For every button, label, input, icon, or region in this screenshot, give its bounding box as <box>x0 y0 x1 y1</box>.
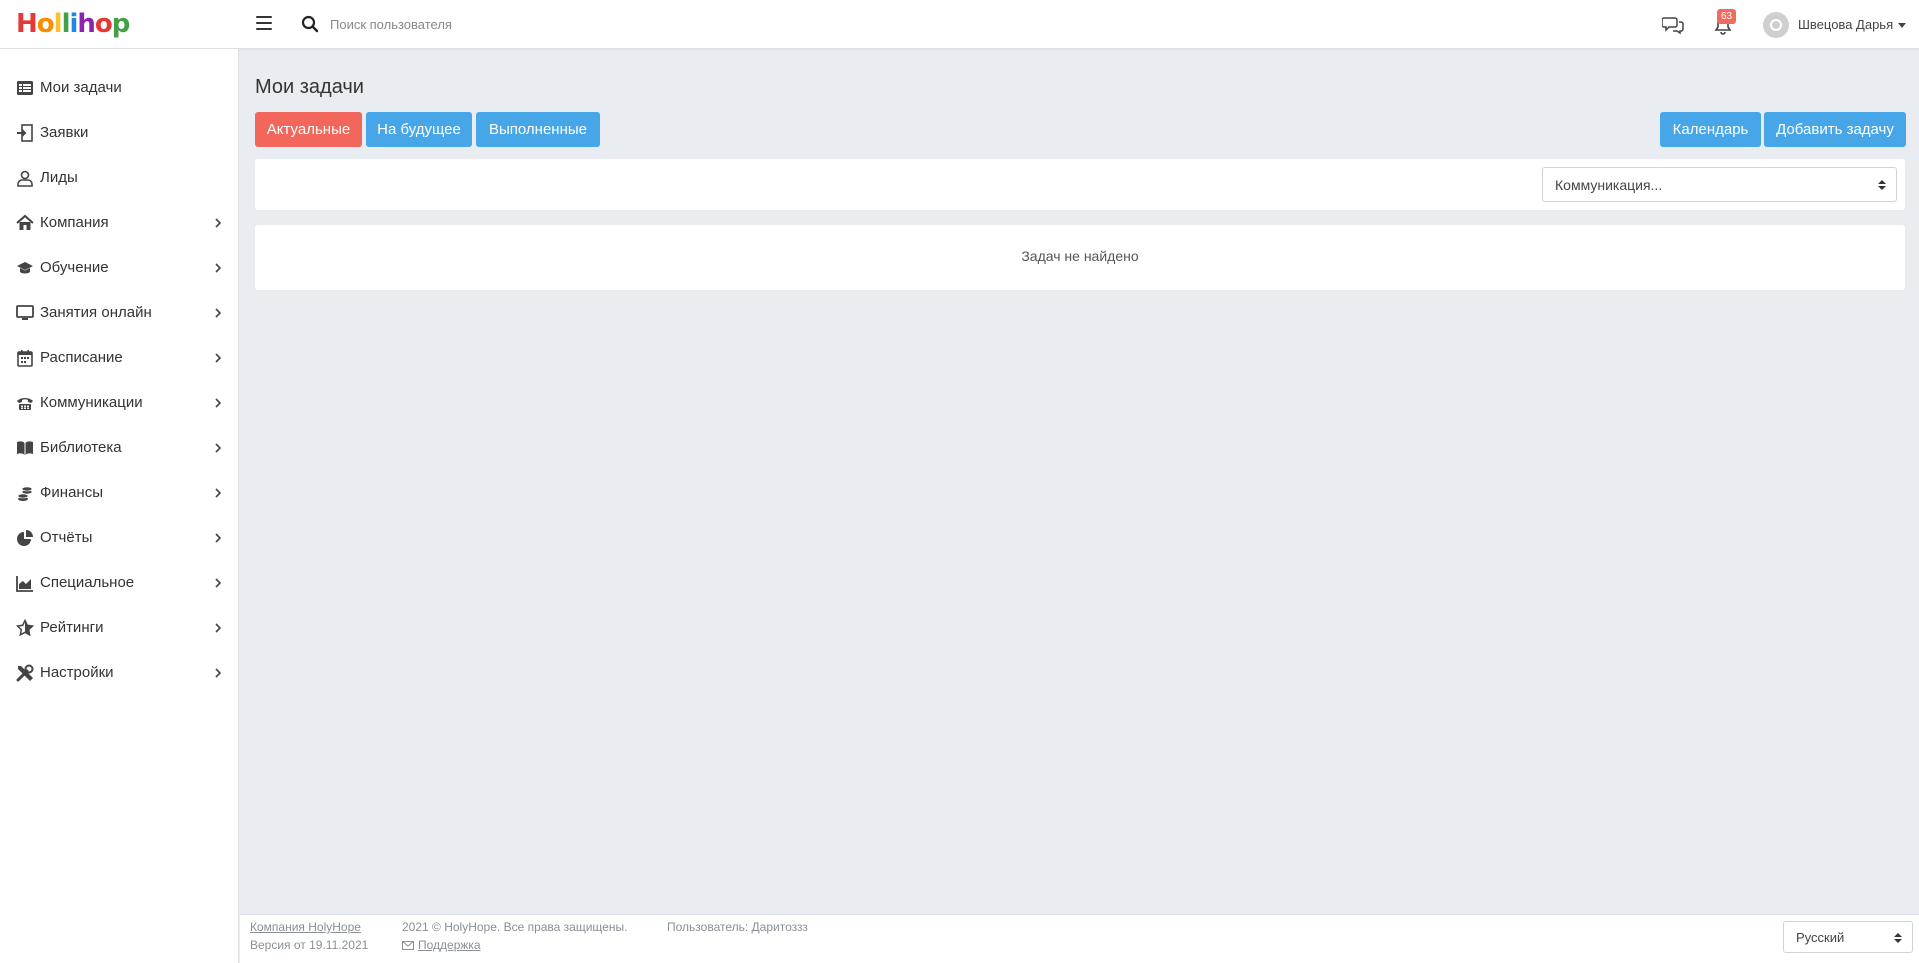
logo-letter: H <box>16 9 38 39</box>
calendar-icon <box>17 350 33 367</box>
chevron-right-icon <box>215 578 222 588</box>
sidebar-item-label: Рейтинги <box>40 619 104 636</box>
chevron-right-icon <box>215 623 222 633</box>
sidebar-item-communications[interactable]: Коммуникации <box>0 380 239 425</box>
sign-in-icon <box>17 124 33 142</box>
sidebar-item-ratings[interactable]: Рейтинги <box>0 605 239 650</box>
tools-icon <box>16 664 34 682</box>
chevron-right-icon <box>215 488 222 498</box>
home-icon <box>16 214 34 230</box>
hollihop-logo[interactable]: Hollihop <box>16 9 131 39</box>
language-select[interactable]: Русский <box>1783 921 1913 953</box>
user-icon <box>17 170 33 187</box>
notifications-badge[interactable]: 63 <box>1717 9 1737 24</box>
logo-letter: l <box>53 9 63 39</box>
sidebar-item-label: Занятия онлайн <box>40 304 152 321</box>
sidebar-item-label: Заявки <box>40 124 89 141</box>
chat-icon[interactable] <box>1662 15 1684 35</box>
sidebar-item-label: Мои задачи <box>40 79 122 96</box>
coins-icon <box>17 486 33 501</box>
tasks-panel: Задач не найдено <box>255 225 1905 290</box>
sidebar-item-label: Настройки <box>40 664 114 681</box>
tab-current[interactable]: Актуальные <box>255 112 362 147</box>
sidebar-item-my-tasks[interactable]: Мои задачи <box>0 65 239 110</box>
desktop-icon <box>16 305 34 320</box>
sidebar-item-company[interactable]: Компания <box>0 200 239 245</box>
sort-arrows-icon <box>1894 933 1902 943</box>
sidebar-item-label: Отчёты <box>40 529 93 546</box>
sidebar-item-schedule[interactable]: Расписание <box>0 335 239 380</box>
chevron-right-icon <box>215 218 222 228</box>
tab-future[interactable]: На будущее <box>366 112 472 147</box>
graduation-cap-icon <box>17 262 33 274</box>
communication-filter-select[interactable]: Коммуникация... <box>1542 167 1897 202</box>
sidebar-item-label: Библиотека <box>40 439 122 456</box>
logo-letter: l <box>61 9 71 39</box>
sidebar-item-label: Коммуникации <box>40 394 143 411</box>
search-icon <box>301 15 319 33</box>
sort-arrows-icon <box>1878 180 1886 190</box>
chevron-right-icon <box>215 668 222 678</box>
calendar-button[interactable]: Календарь <box>1660 112 1761 147</box>
sidebar-item-education[interactable]: Обучение <box>0 245 239 290</box>
menu-toggle-icon[interactable] <box>256 16 272 30</box>
sidebar-item-label: Специальное <box>40 574 135 591</box>
sidebar-item-online-lessons[interactable]: Занятия онлайн <box>0 290 239 335</box>
sidebar-item-label: Финансы <box>40 484 103 501</box>
sidebar-item-requests[interactable]: Заявки <box>0 110 239 155</box>
sidebar-item-leads[interactable]: Лиды <box>0 155 239 200</box>
logo-letter: p <box>111 9 131 39</box>
chevron-right-icon <box>215 533 222 543</box>
user-name[interactable]: Швецова Дарья <box>1798 17 1893 32</box>
star-icon <box>16 619 34 637</box>
tab-completed[interactable]: Выполненные <box>476 112 600 147</box>
chevron-right-icon <box>215 398 222 408</box>
page-title: Мои задачи <box>255 76 364 98</box>
sidebar-item-library[interactable]: Библиотека <box>0 425 239 470</box>
logo-letter: o <box>36 9 55 39</box>
phone-icon <box>17 398 33 410</box>
company-link[interactable]: Компания HolyHope <box>250 920 361 934</box>
support-link[interactable]: Поддержка <box>418 938 481 952</box>
sidebar-item-label: Лиды <box>40 169 78 186</box>
sidebar-item-finance[interactable]: Финансы <box>0 470 239 515</box>
logo-letter: i <box>69 9 78 39</box>
sidebar-item-reports[interactable]: Отчёты <box>0 515 239 560</box>
version-text: Версия от 19.11.2021 <box>250 938 369 952</box>
sidebar-item-settings[interactable]: Настройки <box>0 650 239 695</box>
list-icon <box>17 81 33 95</box>
select-value: Коммуникация... <box>1555 177 1663 193</box>
sidebar-item-special[interactable]: Специальное <box>0 560 239 605</box>
user-avatar[interactable] <box>1763 12 1789 38</box>
logo-letter: o <box>94 9 113 39</box>
sidebar: Мои задачи Заявки Лиды Компания Обучение… <box>0 49 239 963</box>
chevron-right-icon <box>215 443 222 453</box>
copyright-text: 2021 © HolyHope. Все права защищены. <box>402 920 628 934</box>
book-icon <box>17 441 33 455</box>
logo-letter: h <box>77 9 95 39</box>
area-chart-icon <box>16 576 33 592</box>
chevron-right-icon <box>215 308 222 318</box>
chevron-right-icon <box>215 353 222 363</box>
sidebar-item-label: Обучение <box>40 259 109 276</box>
empty-message: Задач не найдено <box>1021 248 1139 264</box>
user-info-text: Пользователь: Даритоззз <box>667 920 808 934</box>
user-menu-caret-icon[interactable] <box>1898 23 1906 28</box>
user-search-input[interactable] <box>330 12 730 36</box>
top-header: Hollihop 63 Швецова Дарья <box>0 0 1919 49</box>
sidebar-item-label: Расписание <box>40 349 123 366</box>
chevron-right-icon <box>215 263 222 273</box>
sidebar-item-label: Компания <box>40 214 109 231</box>
language-value: Русский <box>1796 930 1845 945</box>
add-task-button[interactable]: Добавить задачу <box>1764 112 1906 147</box>
envelope-icon <box>402 941 414 950</box>
pie-chart-icon <box>17 530 33 546</box>
